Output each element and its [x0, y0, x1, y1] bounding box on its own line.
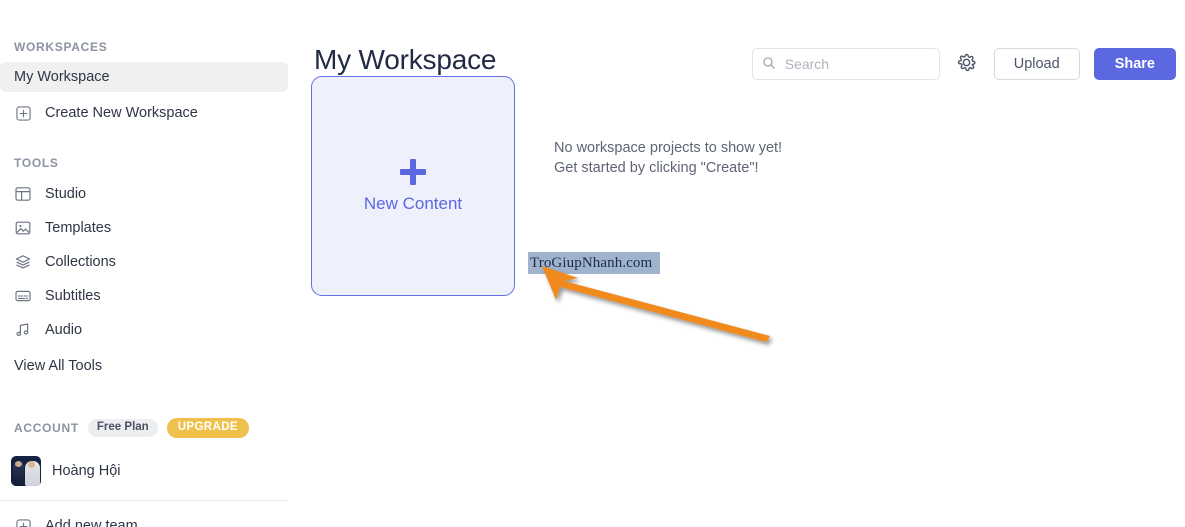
plus-box-icon: [14, 517, 32, 527]
main-content: My Workspace Uplo: [300, 0, 1185, 527]
sidebar-item-label: Subtitles: [45, 287, 101, 304]
search-input[interactable]: [751, 48, 940, 80]
account-section-label: ACCOUNT: [14, 421, 79, 435]
sidebar-item-label: Studio: [45, 185, 87, 202]
sidebar-item-add-new-team[interactable]: Add new team: [0, 510, 288, 527]
sidebar-item-label: Audio: [45, 321, 83, 338]
gear-icon: [956, 52, 977, 76]
sidebar-item-collections[interactable]: Collections: [0, 245, 288, 279]
share-button[interactable]: Share: [1093, 48, 1176, 80]
plan-badge: Free Plan: [87, 419, 158, 437]
empty-state-message: No workspace projects to show yet! Get s…: [554, 138, 782, 178]
workspaces-section-label: WORKSPACES: [14, 40, 108, 54]
header-toolbar: Upload Share: [751, 48, 1176, 80]
sidebar-item-subtitles[interactable]: Subtitles: [0, 279, 288, 313]
sidebar-item-create-new-workspace[interactable]: Create New Workspace: [0, 98, 288, 128]
new-content-label: New Content: [363, 193, 463, 213]
empty-state-line-2: Get started by clicking "Create"!: [554, 160, 759, 176]
sidebar-item-label: Create New Workspace: [45, 104, 198, 121]
plus-icon: [400, 158, 426, 185]
sidebar-item-label: Add new team: [45, 517, 138, 527]
sidebar-item-studio[interactable]: Studio: [0, 177, 288, 211]
sidebar-item-label: Templates: [45, 219, 112, 236]
sidebar-item-my-workspace[interactable]: My Workspace: [0, 62, 288, 92]
sidebar-item-label: Collections: [45, 253, 116, 270]
account-user-row[interactable]: Hoàng Hội: [0, 451, 300, 491]
music-note-icon: [14, 321, 32, 339]
layers-icon: [14, 253, 32, 271]
tools-section-label: TOOLS: [14, 156, 59, 170]
sidebar: WORKSPACES My Workspace Create New Works…: [0, 0, 300, 527]
layout-icon: [14, 185, 32, 203]
app-root: WORKSPACES My Workspace Create New Works…: [0, 0, 1185, 527]
watermark: TroGiupNhanh.com: [528, 252, 660, 274]
upgrade-button[interactable]: UPGRADE: [166, 418, 249, 438]
search-field: [751, 48, 940, 80]
upload-button[interactable]: Upload: [993, 48, 1080, 80]
image-icon: [14, 219, 32, 237]
sidebar-divider: [0, 500, 288, 501]
sidebar-item-label: My Workspace: [14, 68, 110, 85]
new-content-card[interactable]: New Content: [311, 76, 515, 296]
sidebar-item-view-all-tools[interactable]: View All Tools: [0, 351, 300, 381]
avatar: [11, 456, 41, 486]
sidebar-item-audio[interactable]: Audio: [0, 313, 288, 347]
sidebar-item-templates[interactable]: Templates: [0, 211, 288, 245]
plus-box-icon: [14, 104, 32, 122]
account-section: ACCOUNT Free Plan UPGRADE: [0, 417, 300, 439]
caption-icon: [14, 287, 32, 305]
page-title: My Workspace: [314, 44, 497, 75]
empty-state-line-1: No workspace projects to show yet!: [554, 140, 783, 156]
settings-button[interactable]: [954, 51, 980, 77]
user-name: Hoàng Hội: [52, 463, 121, 479]
